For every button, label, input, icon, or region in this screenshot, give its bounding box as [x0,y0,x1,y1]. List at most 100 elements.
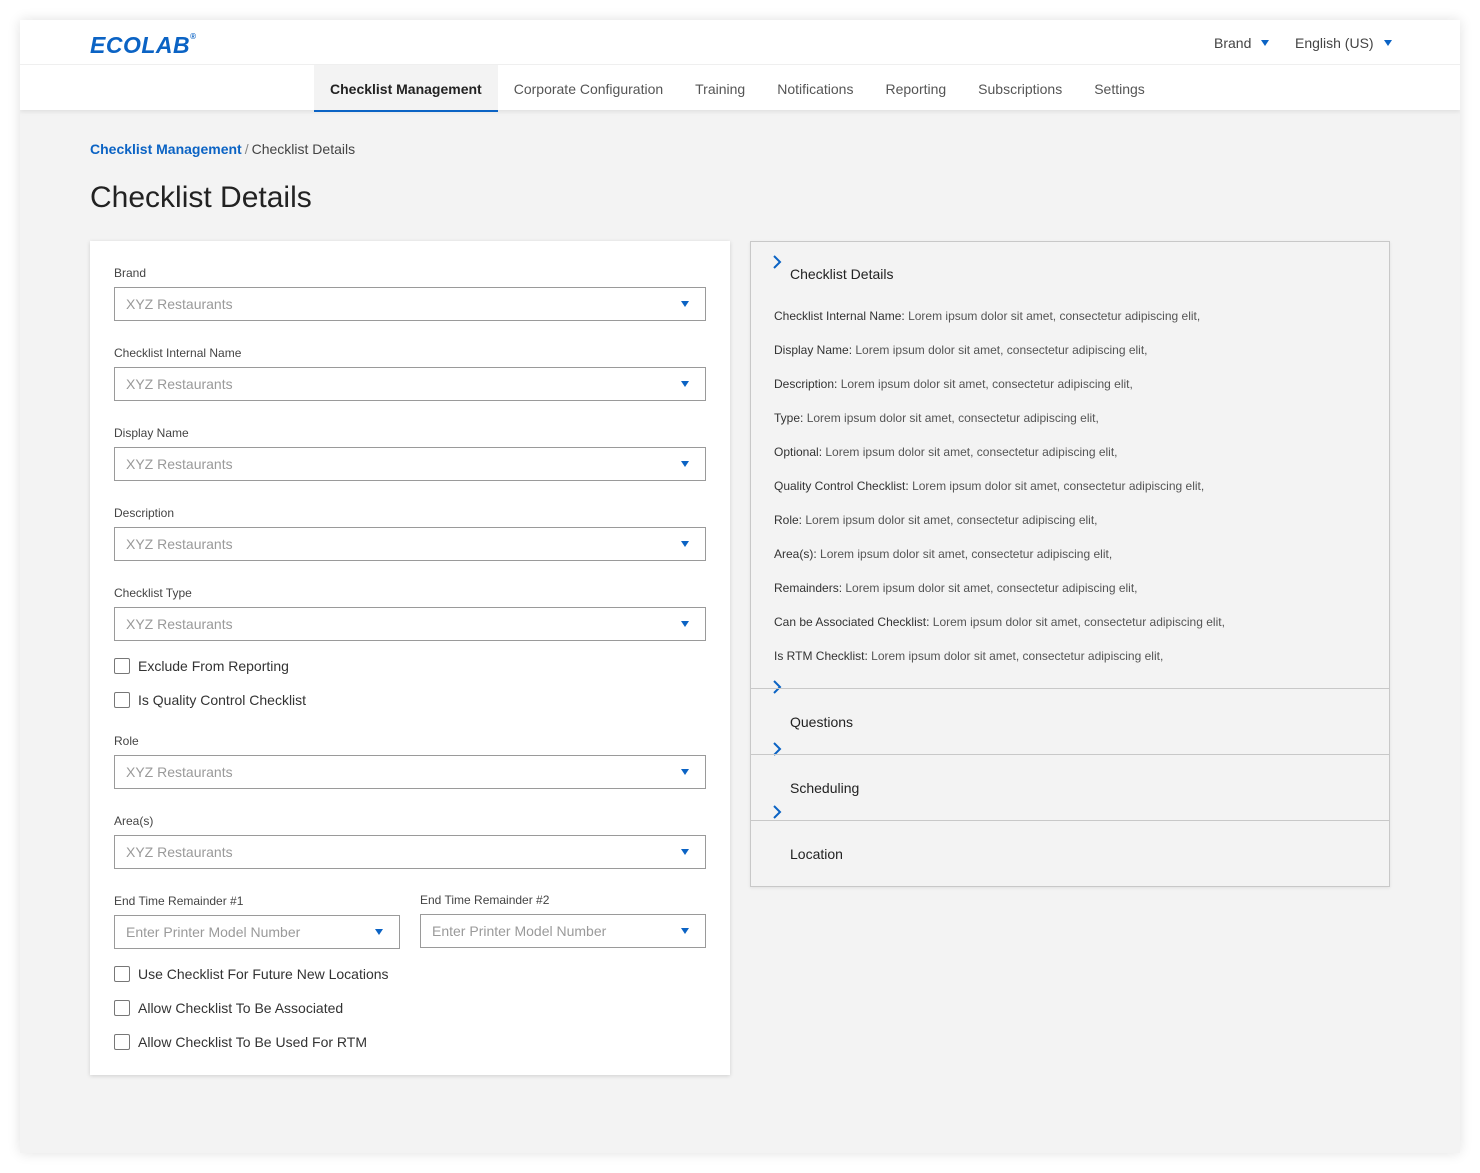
chevron-right-icon[interactable] [771,680,783,694]
detail-row-display-name: Display Name: Lorem ipsum dolor sit amet… [774,343,1148,357]
detail-value: Lorem ipsum dolor sit amet, consectetur … [932,615,1225,629]
brand-dropdown-label: Brand [1214,35,1252,51]
future-locations-label: Use Checklist For Future New Locations [138,966,389,982]
caret-down-icon [681,381,689,387]
description-select[interactable]: XYZ Restaurants [114,527,706,561]
tab-notifications[interactable]: Notifications [761,65,869,112]
quality-control-checkbox[interactable] [114,692,130,708]
brand-dropdown[interactable]: Brand [1214,35,1270,51]
role-select[interactable]: XYZ Restaurants [114,755,706,789]
role-value: XYZ Restaurants [126,764,233,780]
areas-label: Area(s) [114,814,154,828]
detail-key: Type: [774,411,804,425]
brand-select[interactable]: XYZ Restaurants [114,287,706,321]
breadcrumb-link-checklist-management[interactable]: Checklist Management [90,141,242,157]
detail-value: Lorem ipsum dolor sit amet, consectetur … [912,479,1205,493]
checklist-type-select[interactable]: XYZ Restaurants [114,607,706,641]
tab-label: Notifications [777,80,854,97]
role-label: Role [114,734,139,748]
detail-value: Lorem ipsum dolor sit amet, consectetur … [805,513,1098,527]
detail-row-areas: Area(s): Lorem ipsum dolor sit amet, con… [774,547,1112,561]
tab-label: Subscriptions [978,80,1063,97]
ecolab-logo[interactable]: ECOLAB® [90,32,197,59]
caret-down-icon [681,541,689,547]
exclude-reporting-option[interactable]: Exclude From Reporting [114,658,289,674]
end-time-1-select[interactable]: Enter Printer Model Number [114,915,400,949]
detail-value: Lorem ipsum dolor sit amet, consectetur … [825,445,1118,459]
chevron-right-icon[interactable] [771,255,783,269]
tab-corporate-configuration[interactable]: Corporate Configuration [498,65,679,112]
detail-row-optional: Optional: Lorem ipsum dolor sit amet, co… [774,445,1118,459]
allow-associated-checkbox[interactable] [114,1000,130,1016]
tab-checklist-management[interactable]: Checklist Management [314,65,498,112]
detail-row-associated: Can be Associated Checklist: Lorem ipsum… [774,615,1225,629]
end-time-2-placeholder: Enter Printer Model Number [432,923,607,939]
future-locations-option[interactable]: Use Checklist For Future New Locations [114,966,389,982]
internal-name-value: XYZ Restaurants [126,376,233,392]
quality-control-label: Is Quality Control Checklist [138,692,307,708]
caret-down-icon [1383,40,1392,47]
detail-key: Is RTM Checklist: [774,649,868,663]
page-title: Checklist Details [90,181,312,214]
tab-label: Reporting [885,80,947,97]
allow-rtm-checkbox[interactable] [114,1034,130,1050]
tab-training[interactable]: Training [679,65,761,112]
detail-key: Role: [774,513,803,527]
allow-rtm-label: Allow Checklist To Be Used For RTM [138,1034,367,1050]
areas-select[interactable]: XYZ Restaurants [114,835,706,869]
detail-value: Lorem ipsum dolor sit amet, consectetur … [806,411,1099,425]
areas-value: XYZ Restaurants [126,844,233,860]
caret-down-icon [681,621,689,627]
tab-label: Checklist Management [330,80,482,97]
caret-down-icon [681,928,689,934]
breadcrumb-current: Checklist Details [251,141,356,157]
internal-name-label: Checklist Internal Name [114,346,242,360]
internal-name-select[interactable]: XYZ Restaurants [114,367,706,401]
caret-down-icon [681,769,689,775]
section-divider [751,820,1389,821]
tab-reporting[interactable]: Reporting [869,65,962,112]
detail-key: Optional: [774,445,823,459]
future-locations-checkbox[interactable] [114,966,130,982]
tab-subscriptions[interactable]: Subscriptions [962,65,1078,112]
scheduling-section-heading[interactable]: Scheduling [790,780,859,796]
description-label: Description [114,506,175,520]
exclude-reporting-checkbox[interactable] [114,658,130,674]
language-dropdown[interactable]: English (US) [1295,35,1392,51]
end-time-2-select[interactable]: Enter Printer Model Number [420,914,706,948]
logo-text: ECOLAB [90,32,191,58]
location-section-heading[interactable]: Location [790,846,843,862]
caret-down-icon [375,929,383,935]
section-divider [751,754,1389,755]
detail-row-rtm: Is RTM Checklist: Lorem ipsum dolor sit … [774,649,1163,663]
breadcrumb: Checklist Management / Checklist Details [90,141,355,157]
main-nav: Checklist Management Corporate Configura… [314,65,1161,112]
detail-value: Lorem ipsum dolor sit amet, consectetur … [845,581,1138,595]
detail-key: Area(s): [774,547,817,561]
detail-key: Remainders: [774,581,843,595]
description-value: XYZ Restaurants [126,536,233,552]
display-name-label: Display Name [114,426,189,440]
detail-row-internal-name: Checklist Internal Name: Lorem ipsum dol… [774,309,1200,323]
detail-row-description: Description: Lorem ipsum dolor sit amet,… [774,377,1133,391]
checklist-summary-panel: Checklist Details Checklist Internal Nam… [750,241,1390,887]
detail-key: Description: [774,377,838,391]
checklist-type-label: Checklist Type [114,586,192,600]
questions-section-heading[interactable]: Questions [790,714,853,730]
checklist-form-card: Brand XYZ Restaurants Checklist Internal… [90,241,730,1075]
detail-key: Display Name: [774,343,853,357]
detail-row-quality-control: Quality Control Checklist: Lorem ipsum d… [774,479,1204,493]
tab-settings[interactable]: Settings [1078,65,1161,112]
display-name-select[interactable]: XYZ Restaurants [114,447,706,481]
brand-label: Brand [114,266,147,280]
chevron-right-icon[interactable] [771,805,783,819]
brand-select-value: XYZ Restaurants [126,296,233,312]
allow-associated-option[interactable]: Allow Checklist To Be Associated [114,1000,343,1016]
detail-row-remainders: Remainders: Lorem ipsum dolor sit amet, … [774,581,1138,595]
quality-control-option[interactable]: Is Quality Control Checklist [114,692,306,708]
breadcrumb-separator: / [244,141,249,157]
details-section-heading[interactable]: Checklist Details [790,266,893,282]
detail-value: Lorem ipsum dolor sit amet, consectetur … [820,547,1113,561]
allow-rtm-option[interactable]: Allow Checklist To Be Used For RTM [114,1034,367,1050]
detail-value: Lorem ipsum dolor sit amet, consectetur … [908,309,1201,323]
